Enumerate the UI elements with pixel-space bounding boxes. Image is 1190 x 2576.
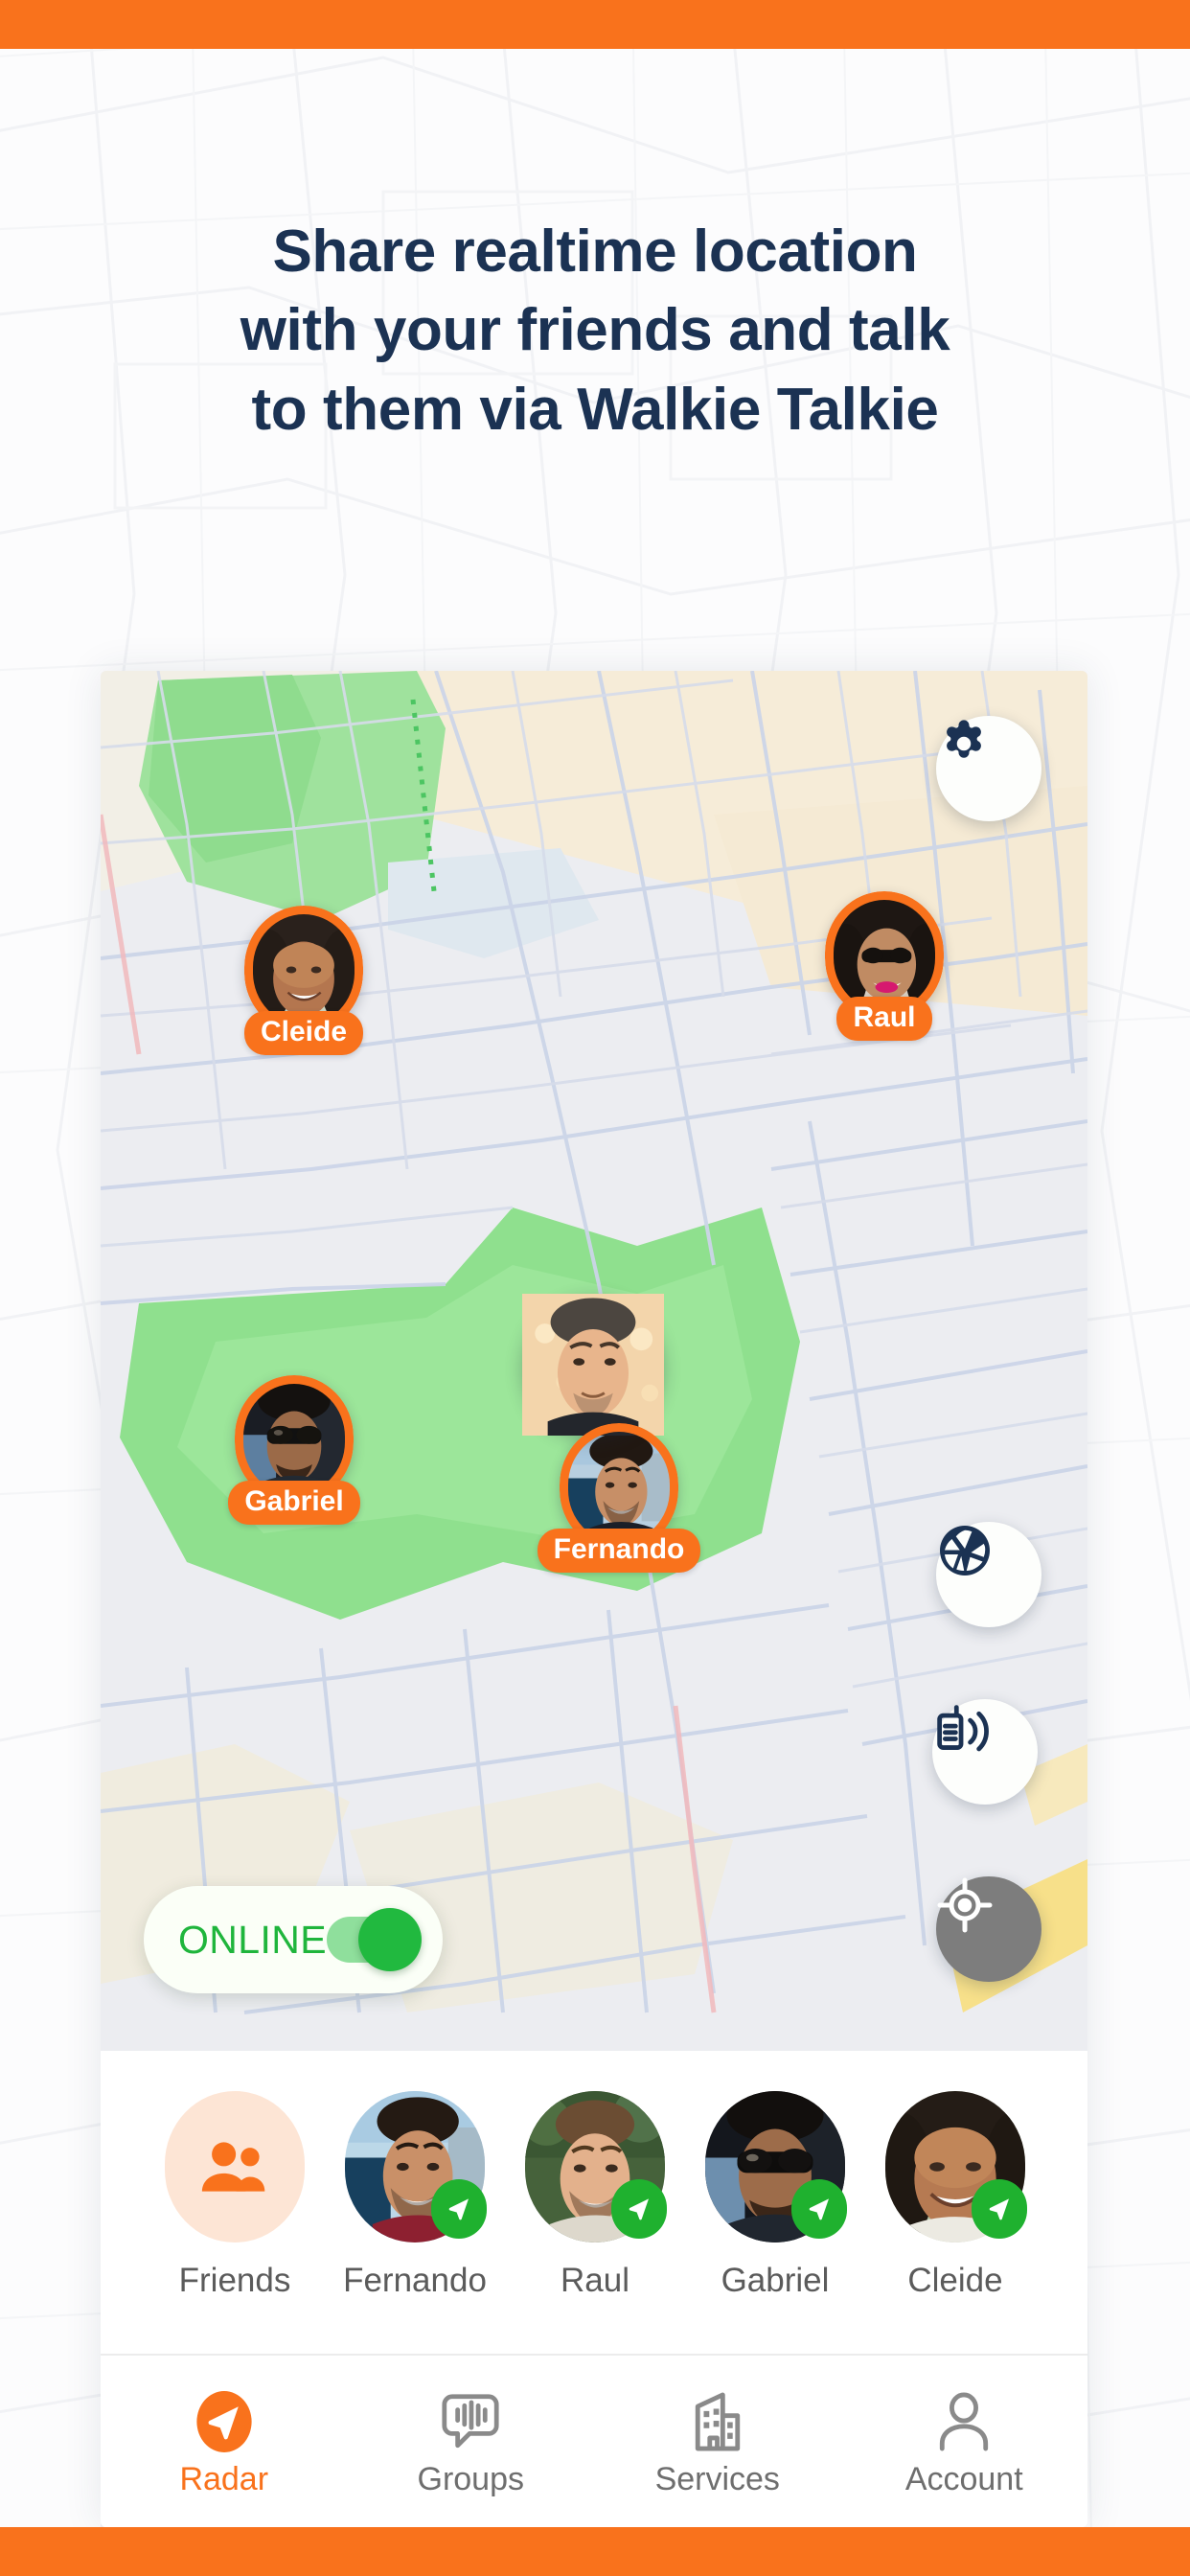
friend-avatar: [525, 2091, 667, 2242]
friend-name: Raul: [561, 2262, 629, 2299]
people-group-icon-wrap: [165, 2091, 305, 2242]
radar-arrow-icon-wrap: [195, 2390, 254, 2453]
avatar-fernando-map: [567, 1431, 671, 1544]
headline-line-2: with your friends and talk: [240, 297, 950, 364]
camera-shutter-icon: [940, 1526, 990, 1576]
map-pin-cleide[interactable]: Cleide: [243, 906, 364, 1055]
friend-item-fernando[interactable]: Fernando: [325, 2091, 505, 2300]
friend-avatar: [345, 2091, 487, 2242]
tab-radar[interactable]: Radar: [101, 2384, 348, 2498]
buildings-icon: [695, 2392, 740, 2451]
self-avatar: [522, 1294, 664, 1436]
headline-line-1: Share realtime location: [272, 218, 918, 285]
headline-line-3: to them via Walkie Talkie: [251, 376, 939, 443]
gear-icon: [947, 720, 981, 758]
locate-button[interactable]: [936, 1876, 1041, 1982]
friend-name: Gabriel: [721, 2262, 830, 2299]
pin-label: Raul: [836, 997, 932, 1041]
map-pin-gabriel[interactable]: Gabriel: [228, 1375, 360, 1525]
settings-button[interactable]: [936, 716, 1041, 821]
people-group-icon: [201, 2142, 265, 2192]
map-pin-fernando[interactable]: Fernando: [537, 1423, 701, 1573]
map-view[interactable]: Cleide Raul Gabriel Fernando ONLINE: [101, 671, 1087, 2051]
bottom-accent-bar: [0, 2527, 1190, 2576]
avatar-raul-map: [833, 899, 936, 1012]
tab-label: Account: [904, 2461, 1023, 2497]
tab-label: Groups: [417, 2461, 525, 2497]
avatar-cleide: [252, 913, 355, 1026]
tab-services[interactable]: Services: [594, 2384, 841, 2498]
friend-item-raul[interactable]: Raul: [505, 2091, 685, 2300]
tab-label: Radar: [179, 2461, 269, 2497]
walkie-talkie-icon: [937, 1705, 989, 1752]
pin-label: Fernando: [537, 1529, 701, 1573]
online-switch-knob: [358, 1908, 422, 1971]
status-badge-online: [791, 2179, 847, 2239]
status-badge-online: [611, 2179, 667, 2239]
friends-strip[interactable]: Friends Fernando Raul Gabriel Cleide: [101, 2051, 1087, 2348]
friend-avatar: [705, 2091, 847, 2242]
speech-waveform-icon-wrap: [441, 2390, 500, 2453]
navigation-arrow-icon: [448, 2198, 469, 2220]
person-icon: [940, 2392, 989, 2451]
map-pin-raul[interactable]: Raul: [825, 891, 944, 1041]
online-label: ONLINE: [178, 1917, 328, 1962]
person-icon-wrap: [936, 2390, 992, 2453]
phone-mockup: Cleide Raul Gabriel Fernando ONLINE Frie…: [101, 671, 1087, 2527]
buildings-icon-wrap: [690, 2390, 745, 2453]
friend-avatar: [165, 2091, 305, 2242]
tab-groups[interactable]: Groups: [348, 2384, 595, 2498]
bottom-tab-bar[interactable]: Radar Groups Services Account: [101, 2354, 1087, 2527]
friend-item-friends[interactable]: Friends: [145, 2091, 325, 2300]
locate-crosshair-icon: [937, 1877, 993, 1933]
map-self-marker[interactable]: [522, 1294, 664, 1436]
camera-button[interactable]: [936, 1522, 1041, 1627]
walkie-talkie-button[interactable]: [932, 1699, 1038, 1805]
tab-label: Services: [654, 2461, 780, 2497]
friend-name: Cleide: [907, 2262, 1003, 2299]
navigation-arrow-icon: [989, 2198, 1009, 2220]
pin-label: Gabriel: [228, 1481, 360, 1525]
page-title: Share realtime location with your friend…: [0, 213, 1190, 449]
friend-name: Friends: [178, 2262, 291, 2299]
friend-avatar: [885, 2091, 1027, 2242]
avatar-gabriel-map: [242, 1383, 346, 1496]
friend-item-gabriel[interactable]: Gabriel: [685, 2091, 865, 2300]
status-badge-online: [972, 2179, 1027, 2239]
pin-label: Cleide: [243, 1011, 364, 1055]
speech-waveform-icon: [442, 2394, 499, 2449]
friend-name: Fernando: [343, 2262, 487, 2299]
status-badge-online: [431, 2179, 487, 2239]
online-switch-track[interactable]: [327, 1908, 422, 1971]
online-toggle[interactable]: ONLINE: [144, 1886, 443, 1993]
radar-arrow-icon: [196, 2391, 252, 2452]
navigation-arrow-icon: [629, 2198, 649, 2220]
navigation-arrow-icon: [809, 2198, 829, 2220]
top-accent-bar: [0, 0, 1190, 49]
friend-item-cleide[interactable]: Cleide: [865, 2091, 1045, 2300]
tab-account[interactable]: Account: [841, 2384, 1088, 2498]
